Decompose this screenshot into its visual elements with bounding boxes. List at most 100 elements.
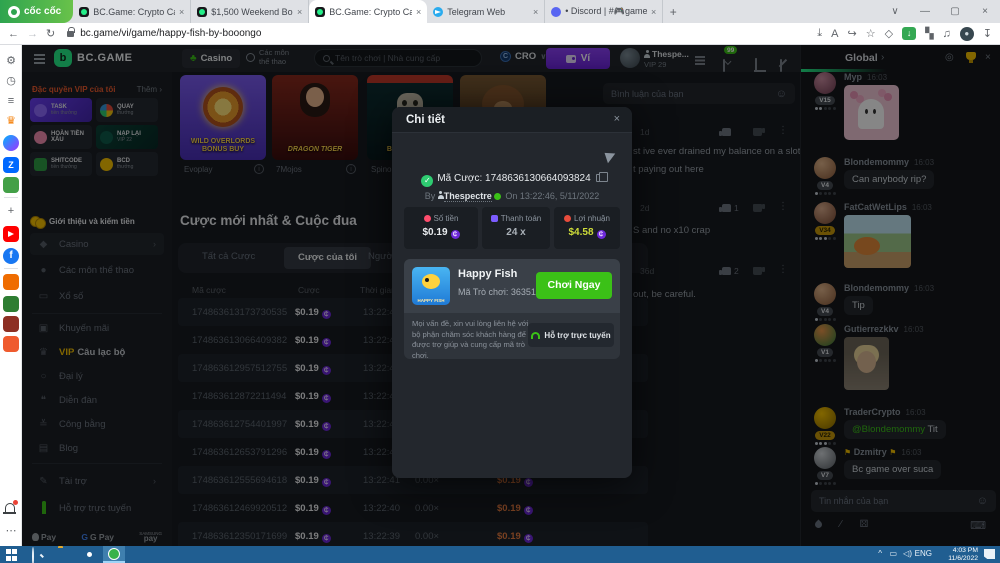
game-title: Happy Fish xyxy=(458,268,517,280)
facebook-icon[interactable]: f xyxy=(3,248,19,264)
history-icon[interactable]: ◷ xyxy=(3,73,19,89)
verified-check-icon: ✓ xyxy=(421,175,433,187)
more-icon[interactable]: ⋯ xyxy=(3,523,19,539)
network-icon[interactable]: ▭ xyxy=(889,549,897,558)
discord-favicon xyxy=(551,7,561,17)
action-center-icon[interactable] xyxy=(984,549,995,559)
translate-icon[interactable]: A xyxy=(831,28,838,40)
stat-payout: Thanh toán 24 x xyxy=(482,207,550,249)
support-note: Mọi vấn đề, xin vui lòng liên hệ với bộ … xyxy=(412,319,530,361)
coccoc-taskbar-active[interactable] xyxy=(103,546,125,563)
divider xyxy=(4,268,18,269)
coin-icon: ₵ xyxy=(597,230,606,239)
maximize-button[interactable]: ▢ xyxy=(940,6,970,17)
taskbar-clock[interactable]: 4:03 PM11/6/2022 xyxy=(934,547,978,562)
back-button[interactable]: ← xyxy=(8,28,19,40)
bookmark-star-icon[interactable]: ☆ xyxy=(866,27,876,40)
tab-close-icon[interactable]: × xyxy=(651,7,656,17)
bet-datetime: 13:22:46, 5/11/2022 xyxy=(520,191,599,201)
bet-by-line: By Thespectre On 13:22:46, 5/11/2022 xyxy=(392,191,632,201)
bcgame-favicon xyxy=(197,7,207,17)
minimize-button[interactable]: — xyxy=(910,6,940,17)
adblock-shield-icon[interactable]: ◇ xyxy=(885,27,893,40)
chrome-icon[interactable] xyxy=(83,548,96,561)
forward-button[interactable]: → xyxy=(27,28,38,40)
tab-search-icon[interactable]: ∨ xyxy=(880,6,910,17)
speaker-icon[interactable]: ◁) xyxy=(903,549,912,558)
add-shortcut-icon[interactable]: + xyxy=(3,203,19,219)
reload-button[interactable]: ↻ xyxy=(46,27,55,40)
gift-icon[interactable] xyxy=(3,296,19,312)
bet-details-modal: Chi tiết × ✓Mã Cược: 1748636130664093824… xyxy=(392,107,632,478)
support-note-box: Mọi vấn đề, xin vui lòng liên hệ với bộ … xyxy=(404,313,620,359)
share-icon[interactable] xyxy=(605,150,618,164)
save-page-icon[interactable]: ⤓ xyxy=(817,27,822,40)
downloads-tray-icon[interactable]: ↧ xyxy=(983,27,992,40)
browser-address-bar: ← → ↻ bc.game/vi/game/happy-fish-by-booo… xyxy=(0,23,1000,45)
browser-tab-strip: cốc cốc BC.Game: Crypto Casino Gan × $1,… xyxy=(0,0,1000,23)
extensions-icon[interactable]: ▚ xyxy=(925,27,933,40)
tab-bcgame-1[interactable]: BC.Game: Crypto Casino Gan × xyxy=(73,0,191,23)
youtube-icon[interactable] xyxy=(3,226,19,242)
tab-close-icon[interactable]: × xyxy=(416,7,421,17)
tab-close-icon[interactable]: × xyxy=(179,7,184,17)
windows-taskbar: ^ ▭ ◁) ENG 4:03 PM11/6/2022 xyxy=(0,546,1000,563)
reading-list-icon[interactable]: ≡ xyxy=(3,93,19,109)
share-icon[interactable]: ↪ xyxy=(848,27,857,40)
telegram-favicon xyxy=(433,7,443,17)
tiki-icon[interactable] xyxy=(3,274,19,290)
browser-menu-button[interactable]: cốc cốc xyxy=(0,0,73,23)
new-tab-button[interactable]: + xyxy=(663,5,683,19)
tab-close-icon[interactable]: × xyxy=(533,7,538,17)
fish-art xyxy=(422,274,440,289)
bcgame-favicon xyxy=(79,7,89,17)
bcgame-favicon xyxy=(315,7,325,17)
tab-close-icon[interactable]: × xyxy=(297,7,302,17)
url-text[interactable]: bc.game/vi/game/happy-fish-by-booongo xyxy=(80,28,261,39)
notification-bell-icon[interactable] xyxy=(5,503,15,512)
tab-booongo[interactable]: $1,500 Weekend Booongo M × xyxy=(191,0,309,23)
taskbar-search-icon[interactable] xyxy=(32,548,45,561)
headset-icon xyxy=(531,332,540,339)
browser-side-bar: ⚙ ◷ ≡ ♛ Z + f ⋯ xyxy=(0,45,22,546)
language-indicator[interactable]: ENG xyxy=(915,549,932,558)
file-explorer-icon[interactable] xyxy=(58,548,71,561)
start-button[interactable] xyxy=(6,548,19,561)
crown-icon[interactable]: ♛ xyxy=(3,113,19,129)
tray-expand-icon[interactable]: ^ xyxy=(878,549,882,558)
copy-icon[interactable] xyxy=(596,174,603,182)
game-controller-icon[interactable] xyxy=(3,177,19,193)
cards-icon xyxy=(491,215,498,222)
lock-icon xyxy=(67,31,74,37)
messenger-icon[interactable] xyxy=(3,135,19,151)
download-update-icon[interactable]: ↓ xyxy=(902,27,916,40)
live-support-button[interactable]: Hỗ trợ trực tuyến xyxy=(528,323,614,347)
player-name[interactable]: Thespectre xyxy=(444,191,492,202)
happy-fish-thumbnail[interactable]: HAPPY FISH xyxy=(412,267,450,305)
screen: cốc cốc BC.Game: Crypto Casino Gan × $1,… xyxy=(0,0,1000,563)
tab-telegram[interactable]: Telegram Web × xyxy=(427,0,545,23)
bcgame-site: b BC.GAME ♣ Casino Các mônthể thao C CRO… xyxy=(22,45,1000,546)
close-window-button[interactable]: × xyxy=(970,6,1000,17)
profit-icon xyxy=(564,215,571,222)
coccoc-logo-icon xyxy=(8,6,20,18)
coin-icon: ₵ xyxy=(451,230,460,239)
shopping-bag-icon[interactable] xyxy=(3,316,19,332)
close-icon[interactable]: × xyxy=(614,113,620,125)
profile-avatar[interactable]: ● xyxy=(960,27,974,41)
zalo-icon[interactable]: Z xyxy=(3,157,19,173)
game-info-box: HAPPY FISH Happy Fish Mã Trò chơi: 36351… xyxy=(404,259,620,313)
stat-amount: Số tiền $0.19₵ xyxy=(404,207,478,249)
play-now-button[interactable]: Chơi Ngay xyxy=(536,272,612,299)
url-box[interactable]: bc.game/vi/game/happy-fish-by-booongo xyxy=(63,26,809,42)
divider xyxy=(4,197,18,198)
stat-profit: Lợi nhuận $4.58₵ xyxy=(554,207,620,249)
coccoc-icon xyxy=(108,548,120,560)
gear-icon[interactable]: ⚙ xyxy=(3,53,19,69)
tab-discord[interactable]: • Discord | #🎮games | BC G × xyxy=(545,0,663,23)
modal-title: Chi tiết xyxy=(406,114,445,126)
media-icon[interactable]: ♫ xyxy=(943,28,951,40)
coins-icon xyxy=(424,215,431,222)
tab-bcgame-active[interactable]: BC.Game: Crypto Casino Gan × xyxy=(309,0,427,23)
cart-icon[interactable] xyxy=(3,336,19,352)
